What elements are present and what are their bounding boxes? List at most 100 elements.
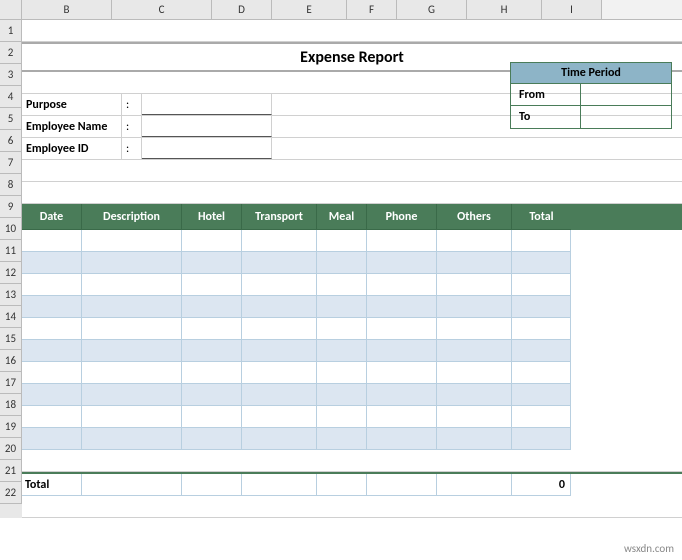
- cell-13-desc[interactable]: [82, 296, 182, 318]
- cell-14-desc[interactable]: [82, 318, 182, 340]
- cell-11-transport[interactable]: [242, 252, 317, 274]
- cell-12-total[interactable]: [512, 274, 571, 296]
- cell-12-others[interactable]: [437, 274, 512, 296]
- cell-15-phone[interactable]: [367, 340, 437, 362]
- cell-13-phone[interactable]: [367, 296, 437, 318]
- cell-19-desc[interactable]: [82, 428, 182, 450]
- cell-11-others[interactable]: [437, 252, 512, 274]
- cell-18-date[interactable]: [22, 406, 82, 428]
- cell-15-date[interactable]: [22, 340, 82, 362]
- cell-19-phone[interactable]: [367, 428, 437, 450]
- cell-10-phone[interactable]: [367, 230, 437, 252]
- cell-10-date[interactable]: [22, 230, 82, 252]
- row-num-15: 15: [0, 328, 22, 350]
- cell-16-transport[interactable]: [242, 362, 317, 384]
- header-phone: Phone: [367, 204, 437, 230]
- cell-19-total[interactable]: [512, 428, 571, 450]
- cell-22: [22, 496, 682, 517]
- cell-10-transport[interactable]: [242, 230, 317, 252]
- employee-name-label: Employee Name: [22, 116, 122, 137]
- cell-16-others[interactable]: [437, 362, 512, 384]
- cell-13-date[interactable]: [22, 296, 82, 318]
- employee-id-value[interactable]: [142, 138, 272, 159]
- cell-15-desc[interactable]: [82, 340, 182, 362]
- row-num-14: 14: [0, 306, 22, 328]
- cell-13-transport[interactable]: [242, 296, 317, 318]
- cell-14-date[interactable]: [22, 318, 82, 340]
- total-row: Total 0: [22, 472, 682, 496]
- cell-13-others[interactable]: [437, 296, 512, 318]
- cell-17-transport[interactable]: [242, 384, 317, 406]
- cell-14-hotel[interactable]: [182, 318, 242, 340]
- cell-16-meal[interactable]: [317, 362, 367, 384]
- cell-15-transport[interactable]: [242, 340, 317, 362]
- cell-18-phone[interactable]: [367, 406, 437, 428]
- cell-19-date[interactable]: [22, 428, 82, 450]
- cell-18-meal[interactable]: [317, 406, 367, 428]
- cell-18-transport[interactable]: [242, 406, 317, 428]
- cell-11-phone[interactable]: [367, 252, 437, 274]
- cell-17-meal[interactable]: [317, 384, 367, 406]
- cell-10-meal[interactable]: [317, 230, 367, 252]
- cell-17-date[interactable]: [22, 384, 82, 406]
- row-num-13: 13: [0, 284, 22, 306]
- employee-name-value[interactable]: [142, 116, 272, 137]
- cell-12-meal[interactable]: [317, 274, 367, 296]
- cell-14-phone[interactable]: [367, 318, 437, 340]
- purpose-colon: :: [122, 94, 142, 115]
- time-period-to-value[interactable]: [581, 106, 671, 128]
- row-numbers: 1 2 3 4 5 6 7 8 9 10 11 12 13 14 15 16 1…: [0, 20, 22, 518]
- total-transport: [242, 474, 317, 496]
- cell-10-others[interactable]: [437, 230, 512, 252]
- purpose-value[interactable]: [142, 94, 272, 115]
- cell-15-others[interactable]: [437, 340, 512, 362]
- cell-19-transport[interactable]: [242, 428, 317, 450]
- cell-12-date[interactable]: [22, 274, 82, 296]
- cell-13-hotel[interactable]: [182, 296, 242, 318]
- cell-12-hotel[interactable]: [182, 274, 242, 296]
- cell-16-total[interactable]: [512, 362, 571, 384]
- cell-12-transport[interactable]: [242, 274, 317, 296]
- cell-18-hotel[interactable]: [182, 406, 242, 428]
- col-header-h: H: [467, 0, 542, 19]
- cell-15-total[interactable]: [512, 340, 571, 362]
- cell-10-desc[interactable]: [82, 230, 182, 252]
- cell-18-others[interactable]: [437, 406, 512, 428]
- cell-18-total[interactable]: [512, 406, 571, 428]
- cell-10-hotel[interactable]: [182, 230, 242, 252]
- cell-10-total[interactable]: [512, 230, 571, 252]
- cell-11-hotel[interactable]: [182, 252, 242, 274]
- cell-11-total[interactable]: [512, 252, 571, 274]
- cell-15-hotel[interactable]: [182, 340, 242, 362]
- cell-17-hotel[interactable]: [182, 384, 242, 406]
- time-period-from-value[interactable]: [581, 84, 671, 105]
- row-8: [22, 182, 682, 204]
- total-value: 0: [512, 474, 571, 496]
- cell-13-total[interactable]: [512, 296, 571, 318]
- cell-14-transport[interactable]: [242, 318, 317, 340]
- cell-19-others[interactable]: [437, 428, 512, 450]
- cell-16-desc[interactable]: [82, 362, 182, 384]
- row-7: [22, 160, 682, 182]
- cell-17-total[interactable]: [512, 384, 571, 406]
- cell-11-desc[interactable]: [82, 252, 182, 274]
- cell-14-others[interactable]: [437, 318, 512, 340]
- cell-14-total[interactable]: [512, 318, 571, 340]
- cell-16-hotel[interactable]: [182, 362, 242, 384]
- cell-15-meal[interactable]: [317, 340, 367, 362]
- cell-19-meal[interactable]: [317, 428, 367, 450]
- cell-12-phone[interactable]: [367, 274, 437, 296]
- cell-16-date[interactable]: [22, 362, 82, 384]
- cell-18-desc[interactable]: [82, 406, 182, 428]
- cell-16-phone[interactable]: [367, 362, 437, 384]
- cell-19-hotel[interactable]: [182, 428, 242, 450]
- cell-11-date[interactable]: [22, 252, 82, 274]
- cell-17-phone[interactable]: [367, 384, 437, 406]
- data-row-12: [22, 274, 682, 296]
- cell-14-meal[interactable]: [317, 318, 367, 340]
- cell-17-others[interactable]: [437, 384, 512, 406]
- cell-17-desc[interactable]: [82, 384, 182, 406]
- cell-11-meal[interactable]: [317, 252, 367, 274]
- cell-12-desc[interactable]: [82, 274, 182, 296]
- cell-13-meal[interactable]: [317, 296, 367, 318]
